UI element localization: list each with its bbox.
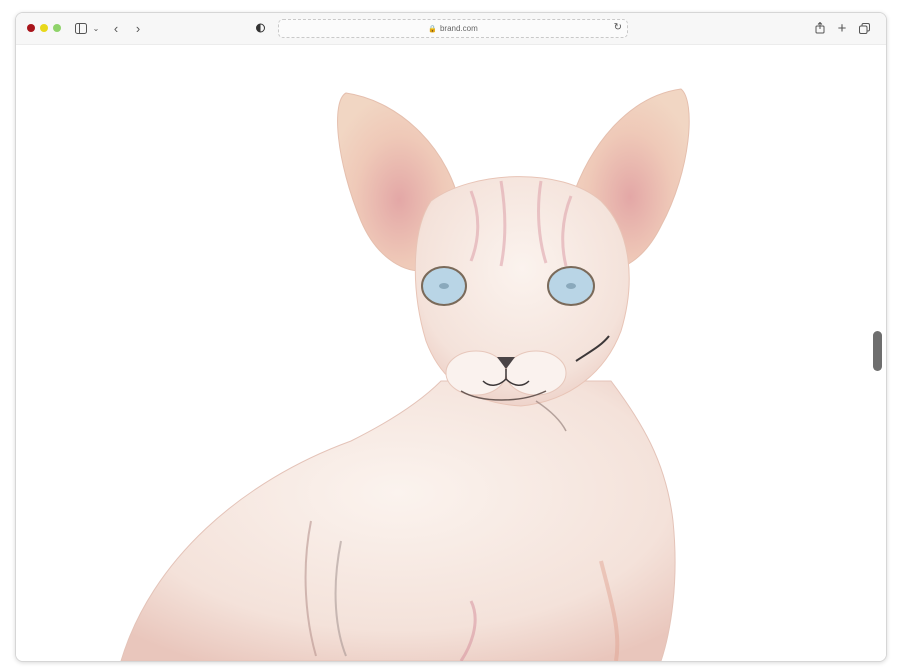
vertical-scrollbar[interactable] xyxy=(873,331,882,371)
reload-icon[interactable]: ↻ xyxy=(614,22,622,33)
tabs-overview-icon[interactable] xyxy=(858,19,870,37)
minimize-button[interactable] xyxy=(40,24,48,32)
sidebar-icon[interactable] xyxy=(74,19,88,37)
browser-window: ⌄ ‹ › 🔒 brand.com ↻ + xyxy=(15,12,887,662)
new-tab-icon[interactable]: + xyxy=(836,19,848,37)
sphynx-cat-drawing xyxy=(120,88,690,661)
lock-icon: 🔒 xyxy=(428,25,437,33)
page-content xyxy=(16,45,886,661)
forward-icon[interactable]: › xyxy=(132,19,144,37)
zoom-button[interactable] xyxy=(53,24,61,32)
url-text: brand.com xyxy=(439,24,478,33)
chevron-down-icon[interactable]: ⌄ xyxy=(91,19,101,37)
share-icon[interactable] xyxy=(814,19,826,37)
address-bar[interactable]: 🔒 brand.com ↻ xyxy=(278,19,628,38)
back-icon[interactable]: ‹ xyxy=(110,19,122,37)
privacy-shield-icon[interactable] xyxy=(254,19,266,37)
browser-toolbar: ⌄ ‹ › 🔒 brand.com ↻ + xyxy=(16,13,886,45)
close-button[interactable] xyxy=(27,24,35,32)
